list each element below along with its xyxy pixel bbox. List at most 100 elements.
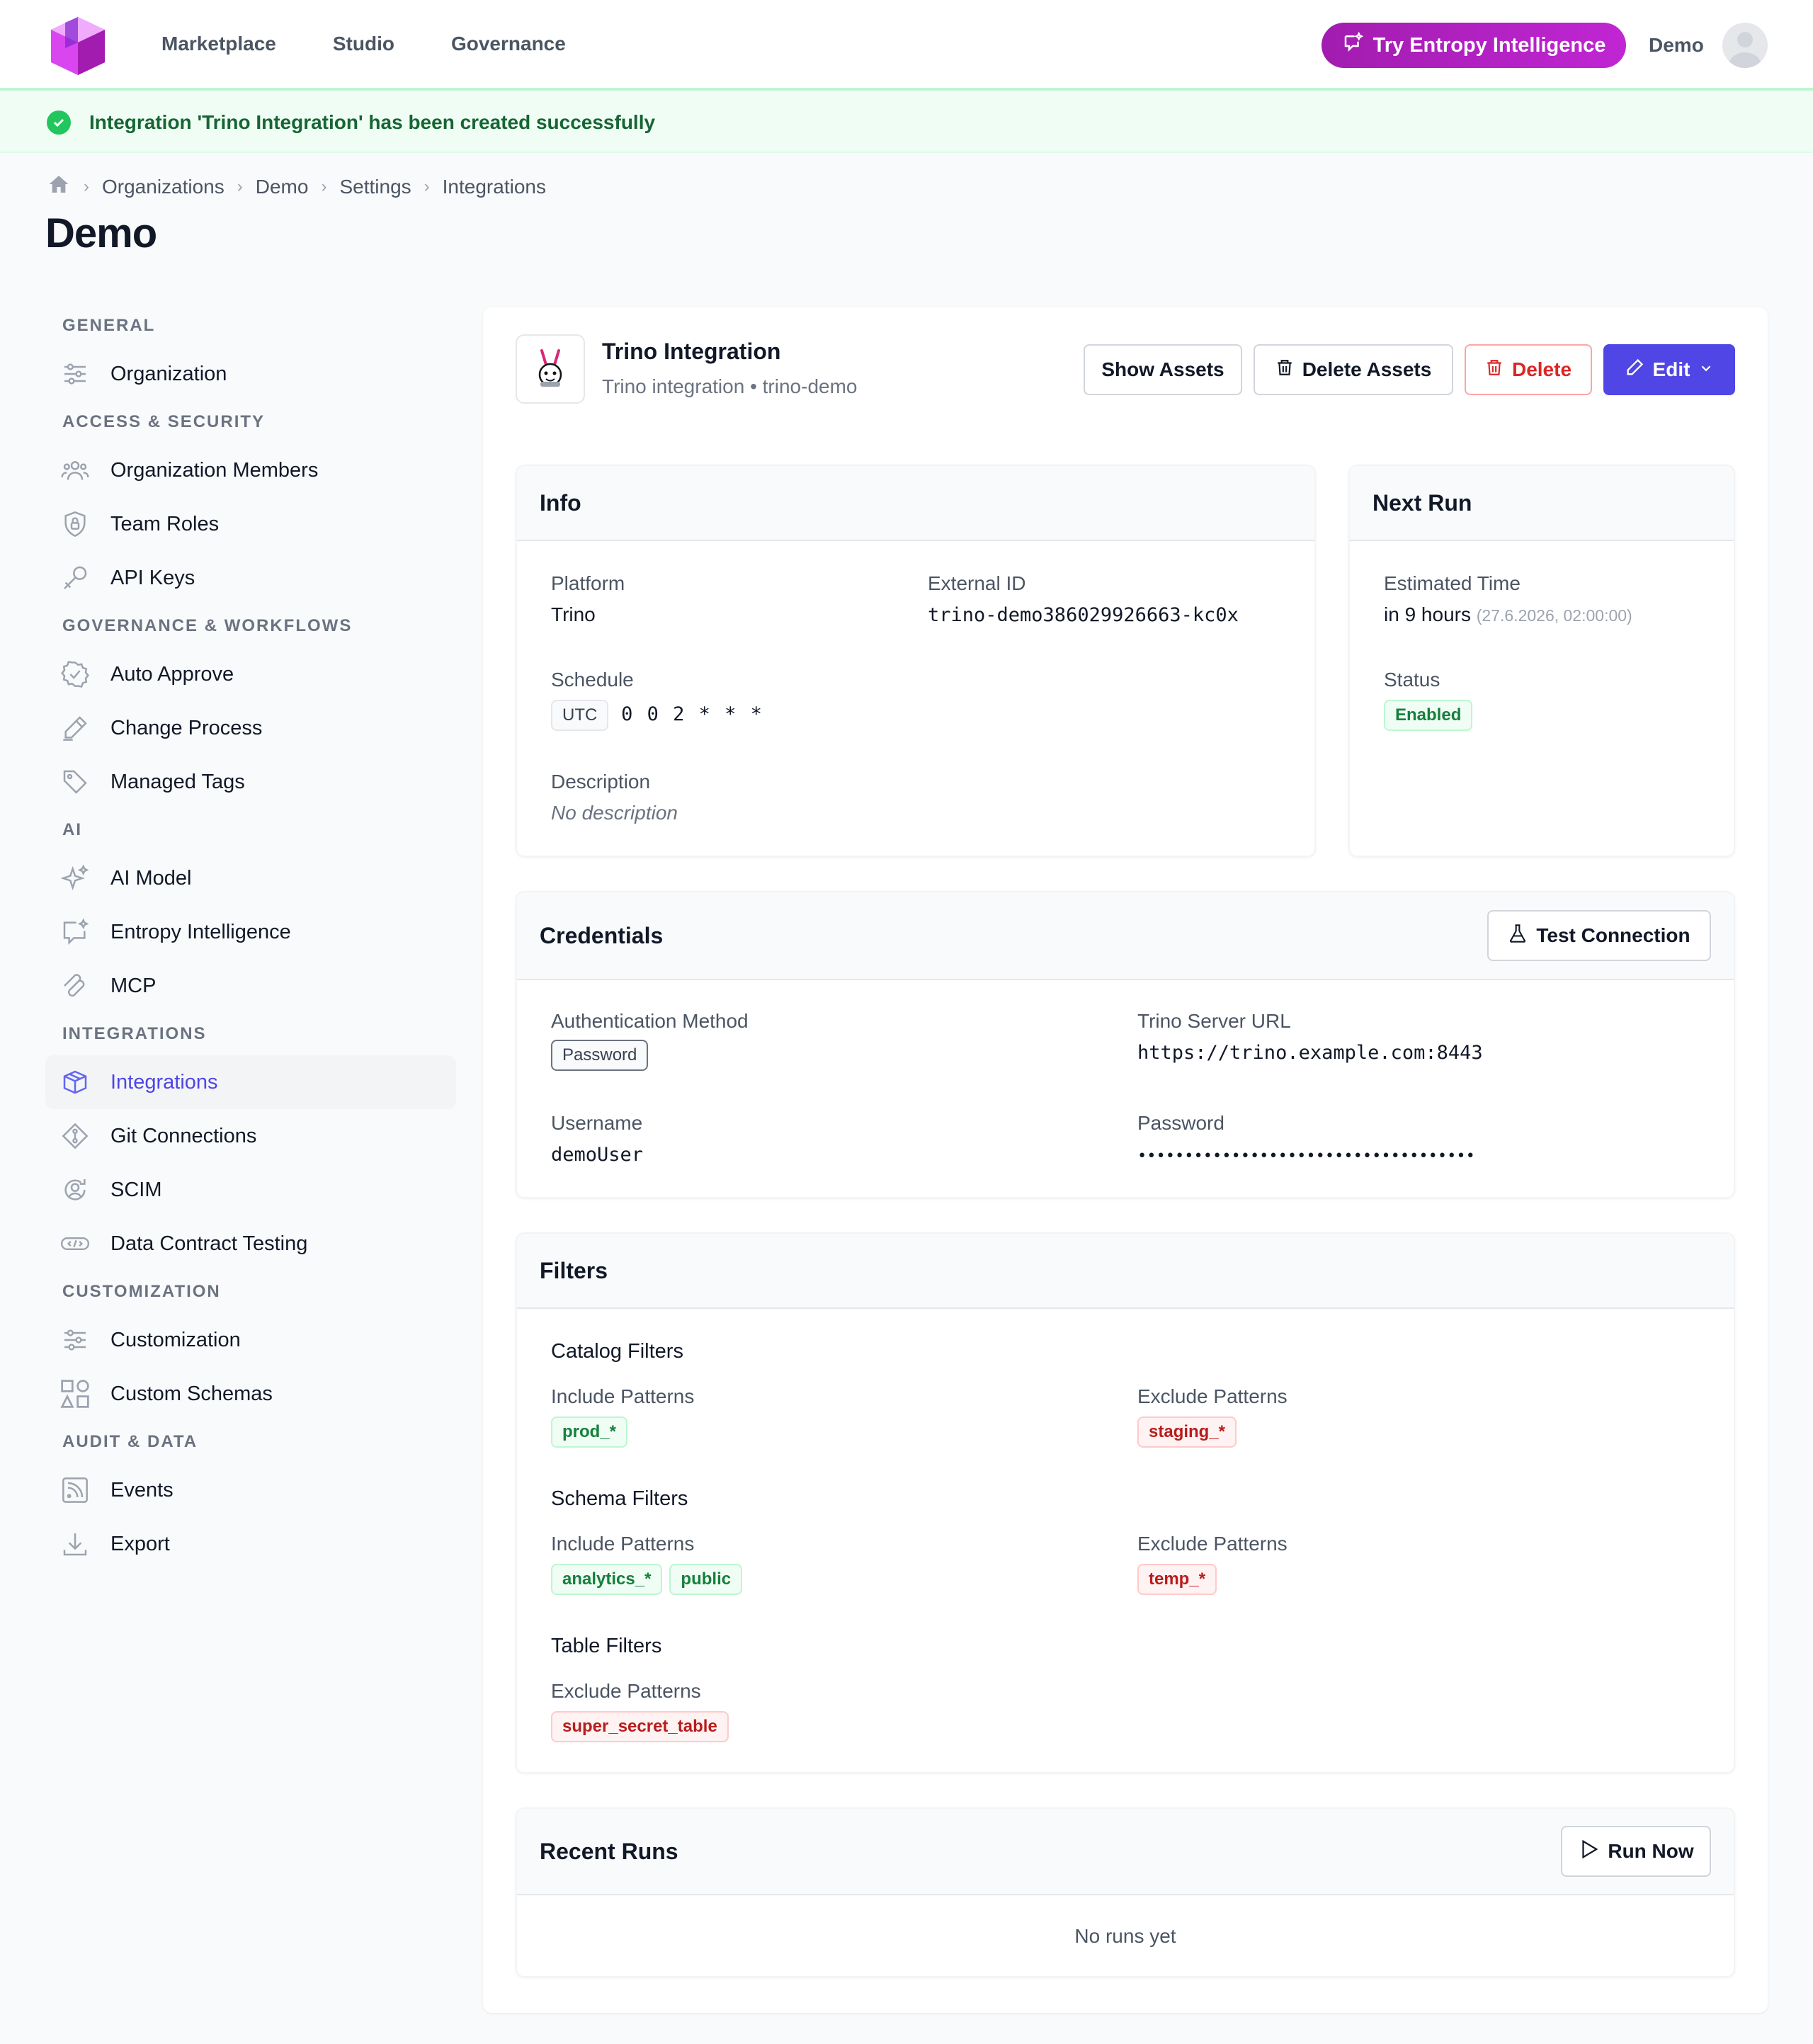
- chevron-right-icon: ›: [84, 176, 89, 196]
- run-now-button[interactable]: Run Now: [1561, 1826, 1711, 1877]
- schema-filters-title: Schema Filters: [551, 1487, 688, 1510]
- platform-label: Platform: [551, 572, 625, 594]
- key-icon: [58, 561, 92, 595]
- status-badge: Enabled: [1384, 700, 1473, 731]
- sidebar-item-label: AI Model: [110, 866, 192, 890]
- banner-message: Integration 'Trino Integration' has been…: [89, 111, 656, 133]
- server-url-value: https://trino.example.com:8443: [1137, 1042, 1483, 1064]
- delete-button[interactable]: Delete: [1465, 344, 1592, 395]
- avatar[interactable]: [1722, 23, 1768, 68]
- exclude-patterns-label: Exclude Patterns: [551, 1680, 701, 1702]
- sidebar-item-label: MCP: [110, 974, 157, 997]
- sidebar-item-customization[interactable]: Customization: [45, 1313, 456, 1367]
- sidebar-item-entropy-intelligence[interactable]: Entropy Intelligence: [45, 905, 456, 959]
- nav-governance[interactable]: Governance: [451, 33, 566, 55]
- sidebar-item-label: Entropy Intelligence: [110, 920, 291, 943]
- external-id-field: External ID trino-demo386029926663-kc0x: [928, 572, 1239, 626]
- catalog-include-field: Include Patterns prod_*: [551, 1385, 694, 1448]
- recent-runs-panel: Recent Runs Run Now No runs yet: [516, 1807, 1735, 1977]
- estimated-time-value: in 9 hours: [1384, 603, 1471, 625]
- sidebar-item-label: Organization Members: [110, 458, 319, 482]
- sidebar-item-organization-members[interactable]: Organization Members: [45, 443, 456, 497]
- sidebar-item-label: Git Connections: [110, 1124, 257, 1147]
- show-assets-button[interactable]: Show Assets: [1084, 344, 1242, 395]
- test-connection-button[interactable]: Test Connection: [1487, 910, 1711, 961]
- schema-exclude-field: Exclude Patterns temp_*: [1137, 1533, 1288, 1595]
- sidebar-item-mcp[interactable]: MCP: [45, 959, 456, 1013]
- sidebar-item-custom-schemas[interactable]: Custom Schemas: [45, 1367, 456, 1421]
- trash-icon: [1485, 358, 1504, 382]
- sidebar-item-label: Data Contract Testing: [110, 1232, 308, 1255]
- pattern-tag: prod_*: [551, 1416, 628, 1448]
- app-logo[interactable]: [50, 16, 106, 76]
- check-circle-icon: [47, 110, 71, 135]
- shapes-icon: [58, 1377, 92, 1411]
- sidebar-item-change-process[interactable]: Change Process: [45, 701, 456, 755]
- tags-icon: [58, 765, 92, 799]
- section-governance-workflows: GOVERNANCE & WORKFLOWS: [62, 616, 353, 635]
- breadcrumb-organizations[interactable]: Organizations: [102, 176, 225, 198]
- server-url-field: Trino Server URL https://trino.example.c…: [1137, 1010, 1483, 1064]
- credentials-heading: Credentials: [540, 922, 664, 948]
- section-integrations: INTEGRATIONS: [62, 1024, 207, 1043]
- sidebar-item-label: Team Roles: [110, 512, 220, 535]
- section-audit-data: AUDIT & DATA: [62, 1432, 198, 1451]
- platform-field: Platform Trino: [551, 572, 625, 626]
- pattern-tag: super_secret_table: [551, 1711, 729, 1742]
- schedule-label: Schedule: [551, 669, 634, 691]
- recent-runs-heading: Recent Runs: [540, 1838, 678, 1864]
- sidebar-item-api-keys[interactable]: API Keys: [45, 551, 456, 605]
- breadcrumb-demo[interactable]: Demo: [256, 176, 309, 198]
- sidebar-item-label: Organization: [110, 362, 227, 385]
- download-icon: [58, 1527, 92, 1561]
- sidebar-item-organization[interactable]: Organization: [45, 347, 456, 401]
- table-exclude-field: Exclude Patterns super_secret_table: [551, 1680, 736, 1742]
- sidebar-item-scim[interactable]: SCIM: [45, 1163, 456, 1217]
- breadcrumb-integrations[interactable]: Integrations: [443, 176, 546, 198]
- nav-marketplace[interactable]: Marketplace: [161, 33, 276, 55]
- edit-button[interactable]: Edit: [1603, 344, 1735, 395]
- users-icon: [58, 453, 92, 487]
- home-icon[interactable]: [47, 173, 71, 200]
- sidebar-item-label: Managed Tags: [110, 770, 245, 793]
- section-general: GENERAL: [62, 316, 156, 335]
- sidebar-item-ai-model[interactable]: AI Model: [45, 851, 456, 905]
- main-nav: Marketplace Studio Governance: [161, 33, 566, 55]
- chevron-right-icon: ›: [321, 176, 327, 196]
- chevron-right-icon: ›: [424, 176, 430, 196]
- chevron-right-icon: ›: [237, 176, 243, 196]
- exclude-patterns-label: Exclude Patterns: [1137, 1385, 1288, 1407]
- user-name[interactable]: Demo: [1649, 34, 1704, 57]
- schedule-field: Schedule UTC 0 0 2 * * *: [551, 669, 762, 731]
- sidebar-item-data-contract-testing[interactable]: Data Contract Testing: [45, 1217, 456, 1271]
- integration-detail-card: Trino Integration Trino integration • tr…: [483, 307, 1768, 2013]
- mcp-icon: [58, 969, 92, 1003]
- try-entropy-intelligence-button[interactable]: Try Entropy Intelligence: [1322, 23, 1626, 68]
- trash-icon: [1275, 358, 1294, 382]
- auth-method-field: Authentication Method Password: [551, 1010, 749, 1071]
- sidebar-item-auto-approve[interactable]: Auto Approve: [45, 647, 456, 701]
- page-title: Demo: [45, 210, 157, 256]
- edit-label: Edit: [1652, 358, 1690, 380]
- chat-sparkle-icon: [1342, 31, 1363, 59]
- delete-assets-button[interactable]: Delete Assets: [1254, 344, 1453, 395]
- filters-heading: Filters: [540, 1257, 608, 1283]
- sliders-icon: [58, 357, 92, 391]
- info-heading: Info: [540, 489, 581, 516]
- sidebar-item-export[interactable]: Export: [45, 1517, 456, 1571]
- sidebar-item-managed-tags[interactable]: Managed Tags: [45, 755, 456, 809]
- sidebar-item-events[interactable]: Events: [45, 1463, 456, 1517]
- table-filters-title: Table Filters: [551, 1635, 662, 1657]
- sidebar-item-git-connections[interactable]: Git Connections: [45, 1109, 456, 1163]
- nav-studio[interactable]: Studio: [333, 33, 394, 55]
- sidebar-item-team-roles[interactable]: Team Roles: [45, 497, 456, 551]
- sidebar-item-integrations[interactable]: Integrations: [45, 1055, 456, 1109]
- play-icon: [1578, 1839, 1599, 1865]
- timezone-badge: UTC: [551, 700, 609, 731]
- settings-sidebar: GENERAL Organization ACCESS & SECURITY O…: [45, 305, 456, 1571]
- breadcrumb-settings[interactable]: Settings: [339, 176, 411, 198]
- integration-subtitle: Trino integration • trino-demo: [602, 375, 858, 397]
- external-id-label: External ID: [928, 572, 1026, 594]
- integration-header: Trino Integration Trino integration • tr…: [516, 334, 1735, 405]
- server-url-label: Trino Server URL: [1137, 1010, 1291, 1032]
